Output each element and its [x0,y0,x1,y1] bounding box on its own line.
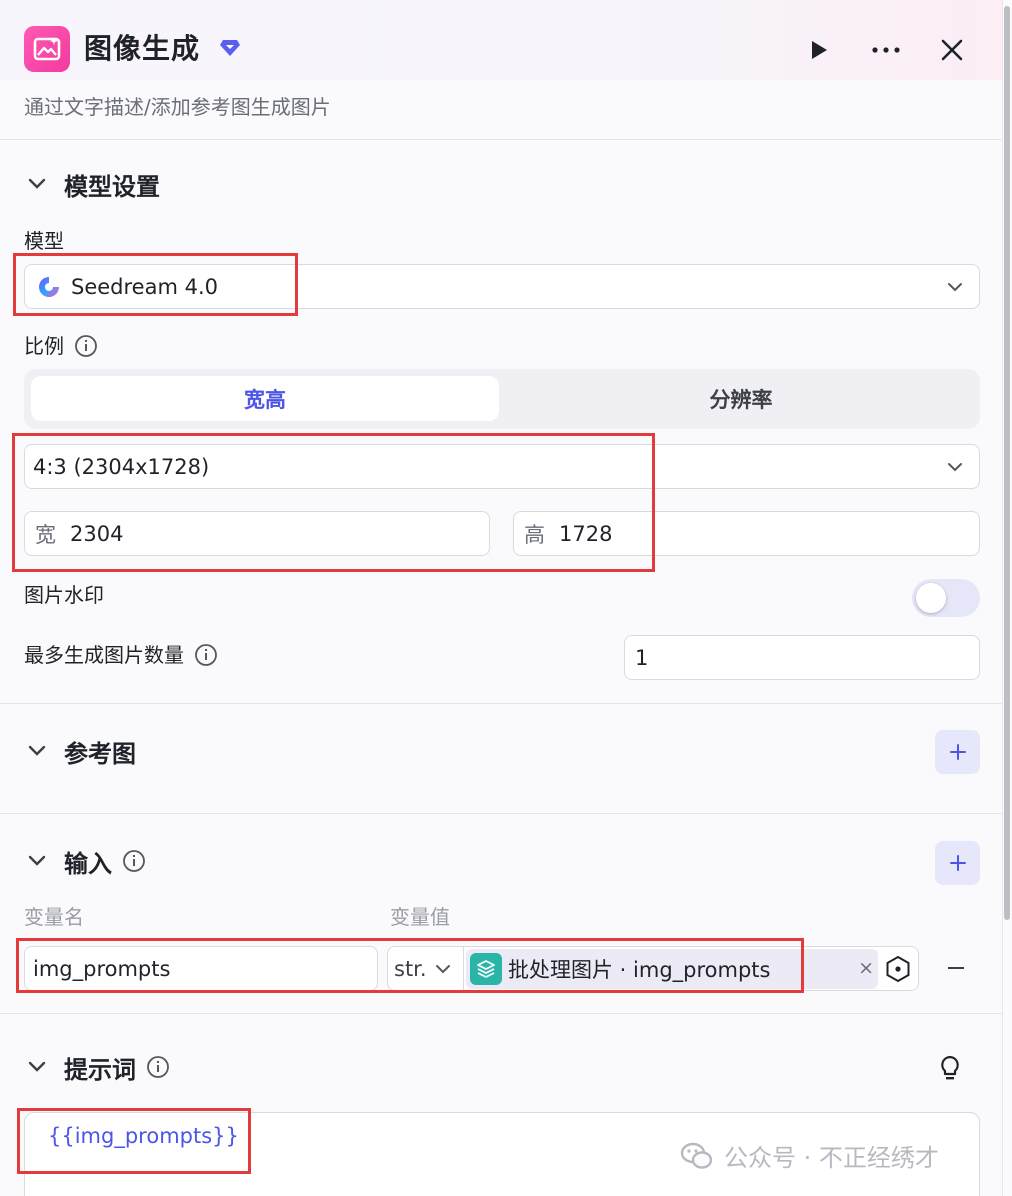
toggle-knob [916,583,946,613]
close-button[interactable] [932,30,972,70]
run-button[interactable] [798,30,838,70]
add-input-button[interactable] [935,841,980,885]
section-title: 模型设置 [64,172,160,201]
watermark-label: 图片水印 [24,583,104,607]
add-reference-button[interactable] [935,730,980,774]
info-icon[interactable] [146,1055,170,1079]
section-title: 提示词 [64,1055,136,1084]
divider [0,703,1002,704]
chevron-down-icon[interactable] [24,171,50,197]
info-icon[interactable] [122,849,146,873]
image-count-input[interactable]: 1 [624,635,980,680]
variable-value-header: 变量值 [390,905,450,929]
watermark-toggle[interactable] [912,579,980,617]
count-label: 最多生成图片数量 [24,643,184,667]
highlight-box [17,1108,251,1174]
image-app-icon [24,26,70,72]
wechat-watermark: 公众号 · 不正经绣才 [680,1138,939,1173]
info-icon[interactable] [74,334,98,358]
divider [0,1013,1002,1014]
highlight-box [12,433,655,572]
variable-name-header: 变量名 [24,905,84,929]
chevron-down-icon[interactable] [24,848,50,874]
more-options-button[interactable] [866,30,906,70]
tab-resolution[interactable]: 分辨率 [502,376,980,421]
count-label-row: 最多生成图片数量 [24,640,218,670]
prompt-header[interactable]: 提示词 [24,1049,170,1085]
info-icon[interactable] [194,643,218,667]
node-description: 通过文字描述/添加参考图生成图片 [24,95,331,119]
section-title: 参考图 [64,739,136,768]
chevron-down-icon[interactable] [24,1054,50,1080]
image-generation-panel: 图像生成 通过文字描述/添加参考图生成图片 模型设置 模型 Seedream 4… [0,0,1003,1196]
ratio-label: 比例 [24,334,64,358]
remove-row-icon[interactable] [946,966,966,970]
chevron-down-icon [947,279,963,299]
divider [0,813,1002,814]
premium-gem-icon [219,38,241,62]
ratio-label-row: 比例 [24,331,98,361]
clear-reference-icon[interactable]: × [858,957,874,979]
highlight-box [16,938,804,993]
image-count-value: 1 [635,645,649,670]
variable-picker-icon[interactable] [884,955,912,983]
highlight-box [13,253,298,316]
chevron-down-icon [947,459,963,479]
model-settings-header[interactable]: 模型设置 [24,166,160,202]
chevron-down-icon[interactable] [24,738,50,764]
section-title: 输入 [64,849,112,878]
inputs-header[interactable]: 输入 [24,843,146,879]
wechat-icon [680,1141,714,1171]
ratio-tabs: 宽高 分辨率 [24,369,980,429]
scrollbar[interactable] [1004,6,1010,920]
tab-width-height[interactable]: 宽高 [31,376,499,421]
divider [0,139,1002,140]
model-label: 模型 [24,229,64,253]
lightbulb-icon[interactable] [937,1054,963,1082]
node-title: 图像生成 [84,32,201,65]
reference-header[interactable]: 参考图 [24,733,136,769]
watermark-text: 公众号 · 不正经绣才 [724,1144,939,1172]
